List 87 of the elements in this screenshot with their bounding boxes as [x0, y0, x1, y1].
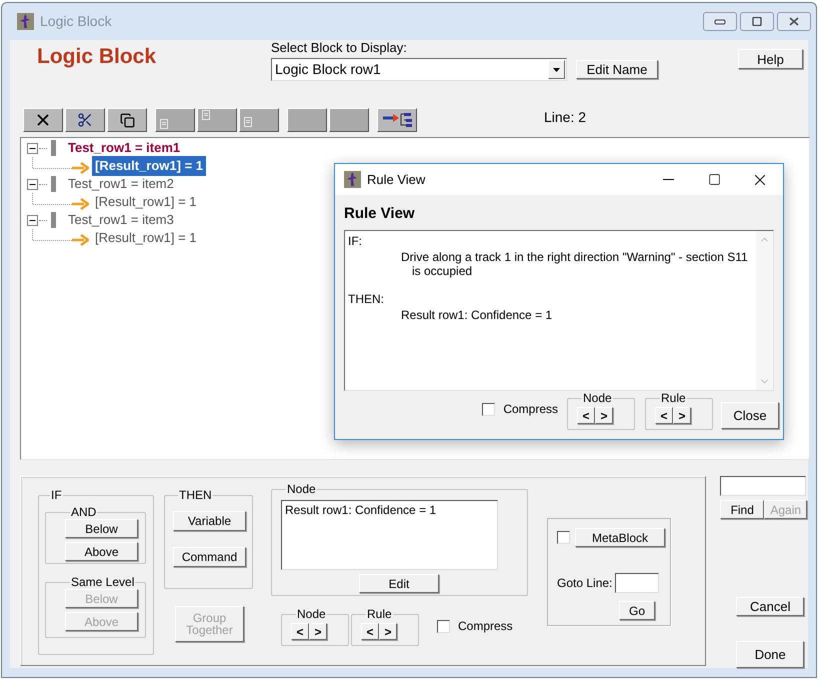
action-button[interactable]: Command	[173, 547, 246, 567]
rule-keyword: THEN:	[348, 292, 385, 306]
block-select[interactable]: Logic Block row1	[271, 58, 567, 81]
action-button[interactable]: Variable	[173, 511, 246, 531]
rule-marker-icon	[51, 212, 56, 228]
group-label: Same Level	[70, 576, 136, 588]
group-label: Rule	[660, 392, 687, 404]
toolbar-button[interactable]	[377, 108, 417, 132]
page-icon	[244, 117, 252, 127]
restore-button[interactable]	[740, 12, 774, 31]
toolbar-button[interactable]	[23, 108, 63, 132]
maximize-icon	[708, 173, 720, 186]
previous-button[interactable]: <	[291, 623, 309, 640]
dialog-heading: Rule View	[344, 206, 416, 221]
checkbox-label: Compress	[503, 401, 558, 418]
group-label: IF	[50, 489, 63, 501]
tree-node[interactable]: Test_row1 = item3	[68, 210, 174, 230]
help-button[interactable]: Help	[738, 49, 803, 69]
connector-arrow-icon	[32, 229, 89, 247]
collapse-icon[interactable]	[27, 214, 38, 226]
rule-marker-icon	[51, 176, 56, 192]
checkbox[interactable]	[437, 620, 450, 632]
previous-button[interactable]: <	[655, 407, 673, 424]
collapse-icon[interactable]	[27, 178, 38, 190]
tree-node[interactable]: [Result_row1] = 1	[92, 156, 206, 176]
edit-button[interactable]: Edit	[359, 574, 439, 593]
checkbox[interactable]	[557, 531, 570, 544]
find-field[interactable]	[720, 476, 806, 496]
next-button[interactable]: >	[595, 407, 613, 424]
minimize-icon	[662, 179, 674, 180]
close-button[interactable]	[777, 12, 811, 31]
copy-icon	[120, 112, 134, 128]
app-icon	[344, 171, 361, 188]
tree-node[interactable]: [Result_row1] = 1	[92, 228, 200, 248]
cancel-button[interactable]: Cancel	[736, 597, 804, 616]
group-label: Node	[286, 483, 317, 495]
rule-text: Result row1: Confidence = 1	[400, 308, 554, 322]
tree-node[interactable]: [Result_row1] = 1	[92, 192, 200, 212]
group-label: AND	[70, 506, 98, 518]
group-label: THEN	[178, 489, 213, 501]
close-icon	[788, 17, 800, 26]
line-number-label: Line: 2	[544, 108, 586, 127]
dropdown-caret-icon	[553, 68, 560, 72]
previous-button[interactable]: <	[577, 407, 595, 424]
minimize-button[interactable]	[703, 12, 737, 31]
checkbox[interactable]	[482, 402, 496, 416]
app-heading: Logic Block	[37, 44, 158, 70]
toolbar-button[interactable]	[107, 108, 147, 132]
collapse-icon[interactable]	[27, 142, 38, 154]
select-label: Select Block to Display:	[271, 40, 408, 56]
group-label: Node	[296, 608, 327, 620]
goto-line-field[interactable]	[615, 573, 660, 593]
next-button[interactable]: >	[309, 623, 327, 640]
action-button[interactable]: Below	[65, 519, 138, 538]
go-button[interactable]: Go	[619, 601, 655, 620]
tree-node[interactable]: Test_row1 = item1	[68, 138, 180, 158]
scissors-icon	[77, 112, 93, 128]
rule-text: Drive along a track 1 in the right direction "Warning" - section S11	[400, 250, 749, 264]
tree-node[interactable]: Test_row1 = item2	[68, 174, 174, 194]
next-button[interactable]: >	[379, 623, 397, 640]
toolbar-button[interactable]	[65, 108, 105, 132]
minimize-icon	[714, 17, 726, 26]
page-icon	[202, 110, 210, 120]
group-label: Rule	[366, 608, 393, 620]
rule-marker-icon	[51, 140, 56, 156]
tree-move-icon	[381, 111, 413, 129]
connector-arrow-icon	[32, 157, 89, 175]
restore-icon	[751, 17, 763, 26]
dialog-title: Rule View	[367, 170, 426, 189]
find-button[interactable]: Find	[720, 500, 764, 519]
metablock-button[interactable]: MetaBlock	[575, 528, 665, 547]
rule-keyword: IF:	[348, 234, 363, 248]
app-icon	[17, 13, 34, 30]
close-dialog-button[interactable]: Close	[721, 402, 779, 429]
connector-arrow-icon	[32, 193, 89, 211]
goto-line-label: Goto Line:	[557, 575, 612, 592]
node-text-field[interactable]: Result row1: Confidence = 1	[281, 500, 498, 570]
window-title: Logic Block	[40, 12, 112, 31]
edit-name-button[interactable]: Edit Name	[576, 60, 658, 79]
next-button[interactable]: >	[673, 407, 691, 424]
checkbox-label: Compress	[458, 618, 513, 635]
action-button[interactable]: Above	[65, 542, 138, 561]
page-icon	[160, 119, 168, 129]
group-label: Node	[582, 392, 613, 404]
previous-button[interactable]: <	[361, 623, 379, 640]
done-button[interactable]: Done	[736, 641, 804, 668]
rule-text: is occupied	[411, 264, 474, 278]
